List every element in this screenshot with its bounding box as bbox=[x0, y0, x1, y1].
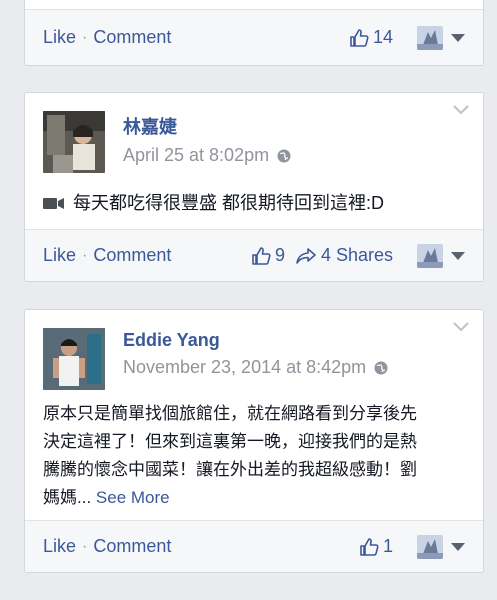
like-count[interactable]: 14 bbox=[349, 27, 393, 48]
comment-button[interactable]: Comment bbox=[93, 245, 171, 266]
post-footer: Like · Comment 14 bbox=[25, 9, 483, 65]
page-edge-left bbox=[0, 0, 5, 600]
timestamp-text: November 23, 2014 at 8:42pm bbox=[123, 357, 367, 377]
post-footer: Like · Comment 1 bbox=[25, 520, 483, 572]
post-body: 每天都吃得很豐盛 都很期待回到這裡:D bbox=[43, 189, 465, 217]
post-as-page-selector[interactable] bbox=[417, 534, 465, 559]
post-text: 每天都吃得很豐盛 都很期待回到這裡:D bbox=[73, 193, 384, 213]
globe-icon bbox=[374, 361, 388, 374]
timestamp-text: April 25 at 8:02pm bbox=[123, 145, 270, 165]
avatar[interactable] bbox=[43, 111, 105, 173]
post-options-chevron-icon[interactable] bbox=[453, 322, 469, 332]
post-options-chevron-icon[interactable] bbox=[453, 105, 469, 115]
like-button[interactable]: Like bbox=[43, 536, 76, 557]
avatar[interactable] bbox=[43, 328, 105, 390]
post-card: Eddie Yang November 23, 2014 at 8:42pm 原… bbox=[24, 309, 484, 573]
post-text-line: 決定這裡了！但來到這裏第一晚，迎接我們的是熱 bbox=[43, 432, 417, 451]
chevron-down-icon bbox=[451, 33, 465, 42]
post-text-last: 媽媽... bbox=[43, 488, 92, 507]
like-count-value: 1 bbox=[382, 536, 393, 556]
post-body: 原本只是簡單找個旅館住，就在網路看到分享後先 決定這裡了！但來到這裏第一晚，迎接… bbox=[43, 400, 465, 512]
like-count[interactable]: 9 bbox=[251, 245, 285, 266]
share-arrow-icon bbox=[296, 247, 316, 264]
see-more-link[interactable]: See More bbox=[96, 488, 170, 507]
page-thumbnail bbox=[417, 25, 443, 50]
like-button[interactable]: Like bbox=[43, 27, 76, 48]
chevron-down-icon bbox=[451, 251, 465, 260]
post-text-line: 原本只是簡單找個旅館住，就在網路看到分享後先 bbox=[43, 404, 417, 423]
page-edge-right bbox=[492, 0, 497, 600]
page-thumbnail bbox=[417, 534, 443, 559]
post-card: 林嘉婕 April 25 at 8:02pm 每天都吃得很豐盛 都很期待回到這裡… bbox=[24, 92, 484, 282]
post-card-partial: Like · Comment 14 bbox=[24, 0, 484, 66]
like-button[interactable]: Like bbox=[43, 245, 76, 266]
author-name[interactable]: 林嘉婕 bbox=[123, 113, 291, 139]
author-name[interactable]: Eddie Yang bbox=[123, 330, 388, 351]
post-header: 林嘉婕 April 25 at 8:02pm bbox=[43, 111, 291, 173]
chevron-down-icon bbox=[451, 542, 465, 551]
video-camera-icon bbox=[43, 198, 64, 209]
thumbs-up-icon bbox=[252, 246, 271, 265]
post-footer: Like · Comment 9 4 Shares bbox=[25, 229, 483, 281]
like-count-value: 9 bbox=[274, 245, 285, 265]
share-count-value: 4 Shares bbox=[320, 245, 393, 265]
globe-icon bbox=[277, 149, 291, 162]
comment-button[interactable]: Comment bbox=[93, 27, 171, 48]
post-timestamp[interactable]: April 25 at 8:02pm bbox=[123, 145, 291, 166]
separator-dot: · bbox=[82, 537, 88, 555]
post-timestamp[interactable]: November 23, 2014 at 8:42pm bbox=[123, 357, 388, 378]
page-thumbnail bbox=[417, 243, 443, 268]
thumbs-up-icon bbox=[360, 537, 379, 556]
post-as-page-selector[interactable] bbox=[417, 243, 465, 268]
post-text-line: 騰騰的懷念中國菜！讓在外出差的我超級感動！劉 bbox=[43, 460, 417, 479]
share-count[interactable]: 4 Shares bbox=[295, 245, 393, 266]
like-count[interactable]: 1 bbox=[359, 536, 393, 557]
post-text-line: 媽媽... See More bbox=[43, 484, 465, 512]
like-count-value: 14 bbox=[372, 27, 393, 47]
post-as-page-selector[interactable] bbox=[417, 25, 465, 50]
separator-dot: · bbox=[82, 246, 88, 264]
separator-dot: · bbox=[82, 28, 88, 46]
comment-button[interactable]: Comment bbox=[93, 536, 171, 557]
post-header: Eddie Yang November 23, 2014 at 8:42pm bbox=[43, 328, 388, 390]
thumbs-up-icon bbox=[350, 28, 369, 47]
